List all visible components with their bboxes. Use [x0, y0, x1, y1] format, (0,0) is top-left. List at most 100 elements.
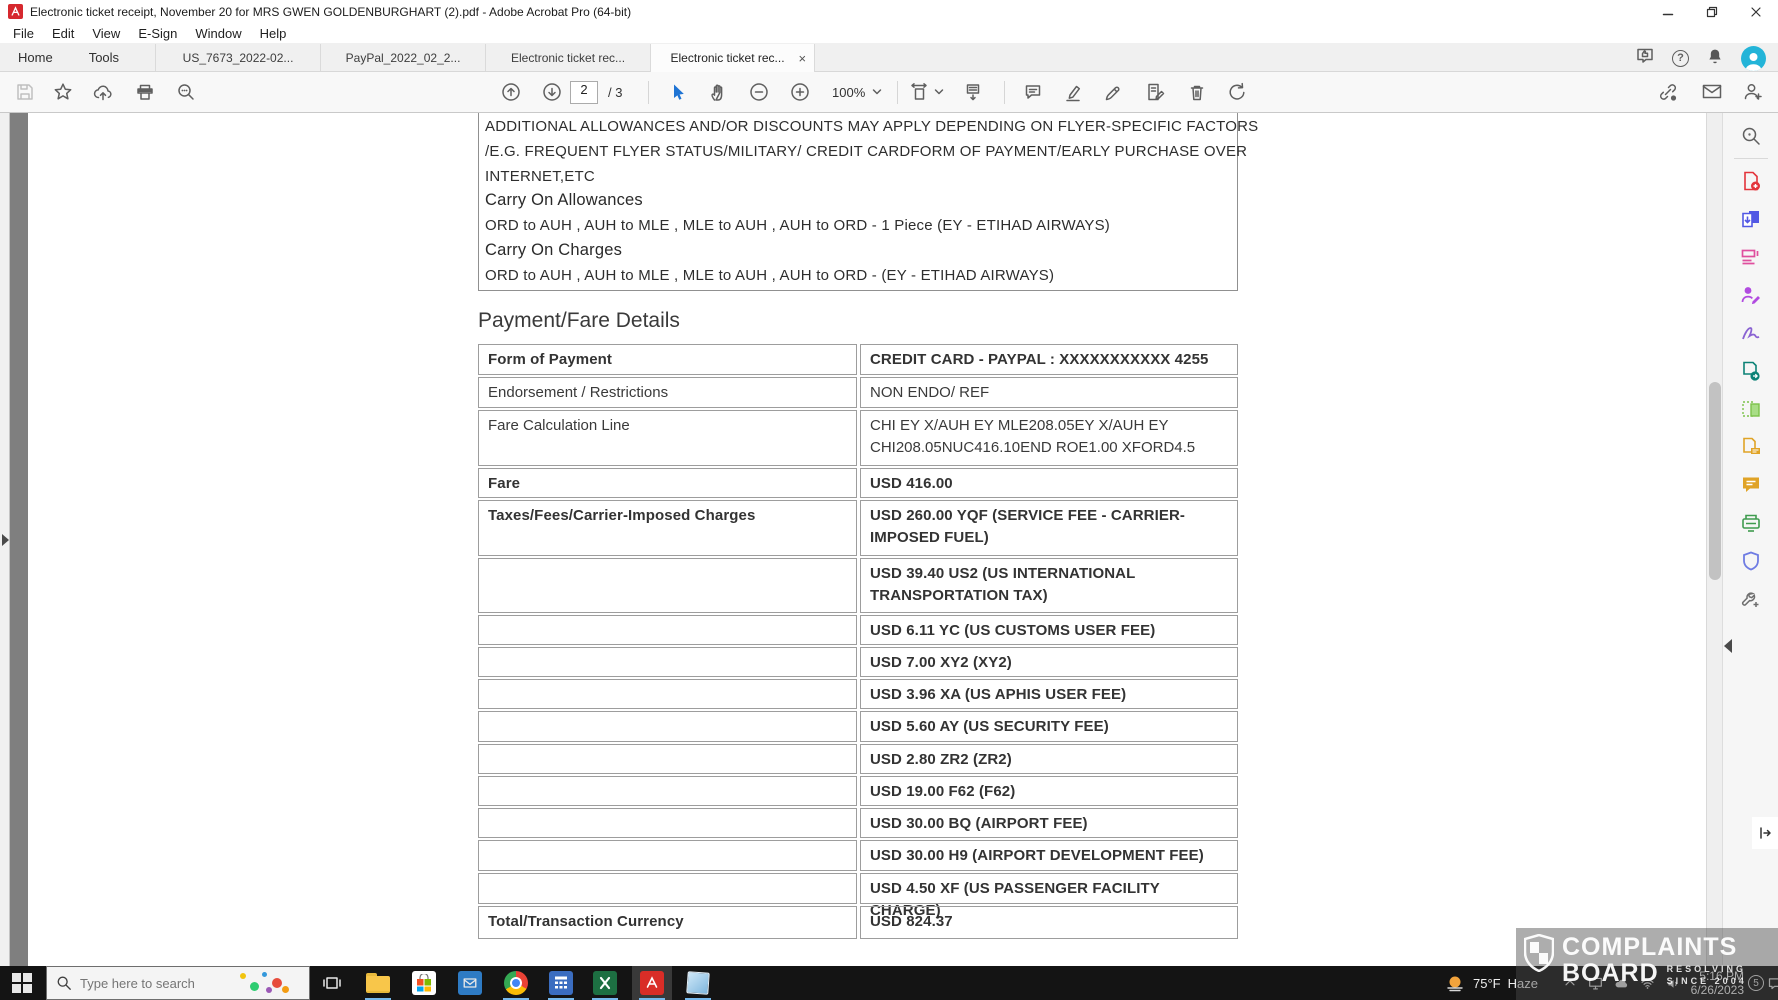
save-icon[interactable] — [14, 81, 36, 103]
restore-icon[interactable] — [1690, 0, 1734, 23]
search-icon[interactable] — [175, 81, 197, 103]
acrobat-app-icon — [8, 4, 23, 19]
store-icon[interactable] — [404, 966, 444, 1000]
zoom-caret-icon[interactable] — [872, 89, 882, 96]
acrobat-icon[interactable] — [632, 966, 672, 1000]
fill-sign-icon[interactable] — [1145, 81, 1167, 103]
page-down-icon[interactable] — [541, 81, 563, 103]
photos-icon[interactable] — [678, 966, 718, 1000]
comment-icon[interactable] — [1723, 466, 1778, 504]
bell-icon[interactable] — [1705, 46, 1725, 71]
search-highlights-doodle[interactable] — [238, 970, 290, 996]
print-icon[interactable] — [134, 81, 156, 103]
vertical-scrollbar[interactable] — [1706, 113, 1722, 966]
tab-home[interactable]: Home — [0, 44, 71, 71]
scroll-mode-icon[interactable] — [962, 81, 984, 103]
organize-pages-icon[interactable] — [1723, 390, 1778, 428]
comment-icon[interactable] — [1022, 81, 1044, 103]
close-icon[interactable] — [1734, 0, 1778, 23]
avatar[interactable] — [1741, 46, 1766, 71]
tab-document-4-active[interactable]: Electronic ticket rec... × — [650, 44, 815, 72]
menu-window[interactable]: Window — [186, 26, 250, 41]
cloud-upload-icon[interactable] — [92, 81, 114, 103]
row-value: USD 416.00 — [860, 468, 1238, 498]
title-bar: Electronic ticket receipt, November 20 f… — [0, 0, 1778, 23]
start-button[interactable] — [2, 966, 42, 1000]
create-pdf-icon[interactable] — [1723, 162, 1778, 200]
tab-document-3[interactable]: Electronic ticket rec... — [485, 44, 650, 71]
page-up-icon[interactable] — [500, 81, 522, 103]
tab-document-2[interactable]: PayPal_2022_02_2... — [320, 44, 485, 71]
minimize-icon[interactable] — [1646, 0, 1690, 23]
table-row: USD 2.80 ZR2 (ZR2) — [478, 744, 1238, 774]
delete-icon[interactable] — [1186, 81, 1208, 103]
search-input[interactable] — [80, 976, 230, 991]
menu-view[interactable]: View — [83, 26, 129, 41]
file-explorer-icon[interactable] — [358, 966, 398, 1000]
row-label — [478, 679, 857, 709]
scan-ocr-icon[interactable] — [1723, 504, 1778, 542]
tab-close-icon[interactable]: × — [798, 52, 806, 65]
combine-files-icon[interactable] — [1723, 428, 1778, 466]
more-tools-icon[interactable] — [1723, 580, 1778, 618]
row-value: USD 7.00 XY2 (XY2) — [860, 647, 1238, 677]
scrollbar-thumb[interactable] — [1709, 382, 1721, 580]
chrome-icon[interactable] — [496, 966, 536, 1000]
menu-bar: File Edit View E-Sign Window Help — [0, 23, 1778, 44]
mail-icon[interactable] — [450, 966, 490, 1000]
task-view-icon[interactable] — [312, 966, 352, 1000]
zoom-out-icon[interactable] — [748, 81, 770, 103]
menu-edit[interactable]: Edit — [43, 26, 83, 41]
row-label — [478, 615, 857, 645]
sign-icon[interactable] — [1102, 81, 1124, 103]
menu-help[interactable]: Help — [251, 26, 296, 41]
table-row: USD 30.00 H9 (AIRPORT DEVELOPMENT FEE) — [478, 840, 1238, 871]
row-value: USD 30.00 BQ (AIRPORT FEE) — [860, 808, 1238, 838]
refresh-icon[interactable] — [1226, 81, 1248, 103]
row-value: USD 19.00 F62 (F62) — [860, 776, 1238, 806]
export-pdf-icon[interactable] — [1723, 200, 1778, 238]
page-fit-caret-icon[interactable] — [934, 89, 944, 96]
edit-pdf-icon[interactable] — [1723, 238, 1778, 276]
zoom-level-label[interactable]: 100% — [832, 85, 865, 100]
table-row: USD 3.96 XA (US APHIS USER FEE) — [478, 679, 1238, 709]
row-label — [478, 647, 857, 677]
page-number-input[interactable]: 2 — [570, 81, 598, 104]
row-value: USD 824.37 — [860, 906, 1238, 939]
table-row: Taxes/Fees/Carrier-Imposed Charges USD 2… — [478, 500, 1238, 556]
help-icon[interactable]: ? — [1672, 50, 1689, 67]
tab-document-1[interactable]: US_7673_2022-02... — [155, 44, 320, 71]
menu-file[interactable]: File — [4, 26, 43, 41]
toolbar-divider — [897, 81, 898, 104]
send-pdf-icon[interactable] — [1723, 352, 1778, 390]
collapse-right-panel-icon[interactable] — [1724, 639, 1732, 653]
zoom-in-icon[interactable] — [789, 81, 811, 103]
tab-tools[interactable]: Tools — [71, 44, 137, 71]
add-people-icon[interactable] — [1741, 80, 1765, 104]
window-controls — [1646, 0, 1778, 23]
taskbar-search[interactable] — [46, 966, 310, 1000]
panel-expand-icon[interactable] — [1752, 817, 1778, 849]
protect-icon[interactable] — [1723, 542, 1778, 580]
select-tool-icon[interactable] — [666, 81, 688, 103]
calculator-icon[interactable] — [541, 966, 581, 1000]
search-pages-icon[interactable] — [1723, 117, 1778, 155]
share-link-icon[interactable] — [1656, 80, 1680, 104]
hand-tool-icon[interactable] — [707, 81, 729, 103]
feedback-icon[interactable] — [1634, 45, 1656, 72]
row-value: CHI EY X/AUH EY MLE208.05EY X/AUH EY CHI… — [860, 410, 1238, 466]
page-fit-icon[interactable] — [908, 81, 930, 103]
request-signatures-icon[interactable] — [1723, 276, 1778, 314]
notice-line: /E.G. FREQUENT FLYER STATUS/MILITARY/ CR… — [485, 143, 1247, 160]
star-icon[interactable] — [52, 81, 74, 103]
fill-sign-icon[interactable] — [1723, 314, 1778, 352]
expand-left-panel-icon[interactable] — [2, 534, 9, 546]
panel-divider — [1734, 158, 1768, 159]
excel-icon[interactable] — [585, 966, 625, 1000]
table-row: Endorsement / Restrictions NON ENDO/ REF — [478, 377, 1238, 408]
email-icon[interactable] — [1700, 80, 1724, 104]
row-label — [478, 744, 857, 774]
tab-bar: Home Tools US_7673_2022-02... PayPal_202… — [0, 44, 1778, 72]
highlight-icon[interactable] — [1062, 81, 1084, 103]
menu-esign[interactable]: E-Sign — [129, 26, 186, 41]
